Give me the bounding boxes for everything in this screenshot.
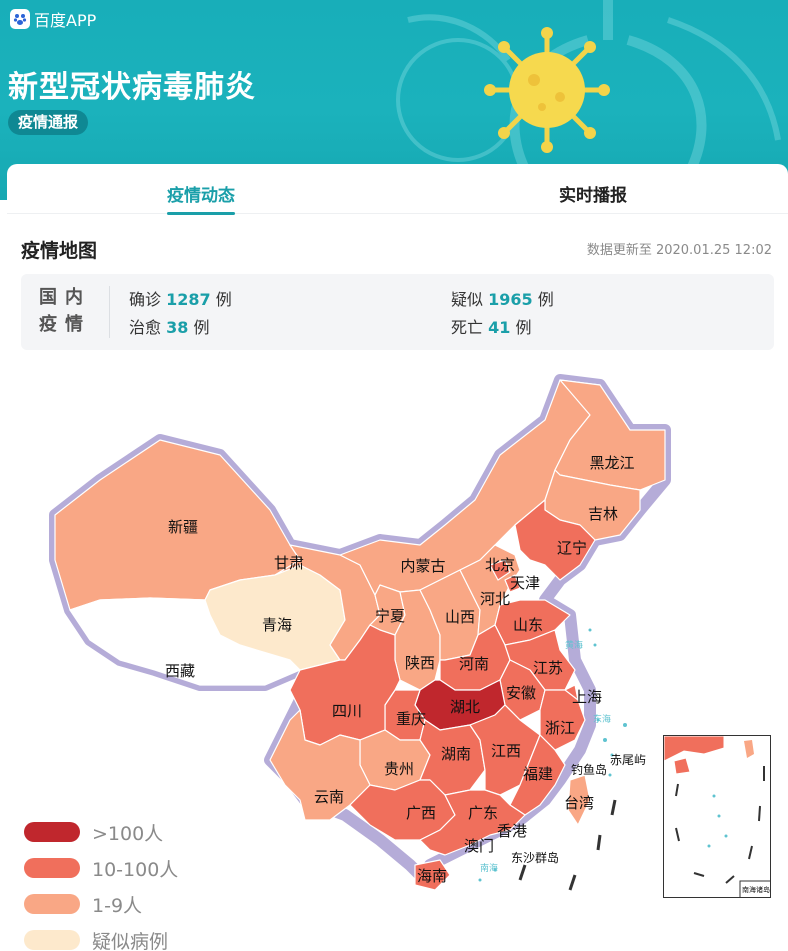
label-gansu: 甘肃 — [274, 554, 304, 572]
legend-item: >100人 — [24, 814, 178, 850]
page-title: 新型冠状病毒肺炎 — [8, 70, 256, 105]
label-beijing: 北京 — [485, 556, 515, 574]
section-title: 疫情地图 — [21, 240, 98, 262]
legend-swatch — [24, 894, 80, 914]
label-taiwan: 台湾 — [564, 794, 594, 812]
label-ningxia: 宁夏 — [375, 607, 405, 625]
legend-item: 1-9人 — [24, 886, 178, 922]
label-guangdong: 广东 — [468, 804, 498, 822]
legend-item: 疑似病例 — [24, 922, 178, 951]
label-anhui: 安徽 — [506, 684, 536, 702]
label-sea-east: 东海 — [593, 713, 611, 725]
legend-item: 10-100人 — [24, 850, 178, 886]
label-hebei: 河北 — [480, 590, 510, 608]
label-qinghai: 青海 — [262, 616, 292, 634]
inset-title: 南海诸岛 — [742, 885, 770, 894]
label-shanghai: 上海 — [572, 688, 602, 706]
label-sichuan: 四川 — [332, 702, 362, 720]
stat-cured: 治愈 38 例 — [129, 318, 210, 337]
legend-label: 1-9人 — [92, 894, 143, 917]
label-shaanxi: 陕西 — [405, 654, 435, 672]
label-hunan: 湖南 — [441, 745, 471, 763]
label-liaoning: 辽宁 — [557, 539, 587, 557]
label-guangxi: 广西 — [406, 804, 436, 822]
label-tianjin: 天津 — [510, 574, 540, 592]
label-tibet: 西藏 — [165, 662, 195, 680]
notice-tag: 疫情通报 — [8, 110, 89, 135]
domestic-stats-panel: 国内 疫情 确诊 1287 例 疑似 1965 例 治愈 38 例 死亡 41 … — [21, 274, 774, 350]
domestic-label: 国内 疫情 — [39, 287, 91, 335]
label-guizhou: 贵州 — [384, 760, 414, 778]
legend-label: 疑似病例 — [92, 930, 169, 951]
legend-label: 10-100人 — [92, 858, 179, 881]
label-diaoyu: 钓鱼岛 — [571, 762, 607, 777]
label-yunnan: 云南 — [314, 788, 344, 806]
label-inner-mongolia: 内蒙古 — [400, 557, 445, 575]
label-sea-yellow: 黄海 — [565, 639, 583, 651]
tab-live-reports[interactable]: 实时播报 — [559, 181, 627, 206]
label-shanxi: 山西 — [445, 608, 475, 626]
label-jiangxi: 江西 — [491, 742, 521, 760]
legend-label: >100人 — [92, 822, 164, 845]
label-shandong: 山东 — [513, 616, 543, 634]
stat-suspected: 疑似 1965 例 — [451, 290, 554, 309]
legend-swatch — [24, 858, 80, 878]
brand-logo[interactable]: 百度APP — [10, 7, 96, 31]
south-china-sea-inset: 南海诸岛 — [663, 735, 771, 898]
tab-bar: 疫情动态 实时播报 — [7, 164, 788, 215]
map-legend: >100人 10-100人 1-9人 疑似病例 — [24, 814, 178, 951]
label-dongsha: 东沙群岛 — [511, 850, 559, 865]
label-xinjiang: 新疆 — [168, 518, 198, 536]
label-chiwei: 赤尾屿 — [610, 753, 646, 767]
virus-icon — [484, 27, 610, 153]
stat-confirmed: 确诊 1287 例 — [129, 290, 232, 309]
label-hubei: 湖北 — [450, 698, 480, 716]
label-henan: 河南 — [459, 655, 489, 673]
label-zhejiang: 浙江 — [545, 719, 575, 737]
label-chongqing: 重庆 — [396, 710, 426, 728]
tab-epidemic-updates[interactable]: 疫情动态 — [167, 181, 235, 215]
update-time: 数据更新至 2020.01.25 12:02 — [586, 243, 772, 258]
divider — [109, 286, 110, 338]
label-jiangsu: 江苏 — [533, 659, 563, 677]
label-heilongjiang: 黑龙江 — [589, 454, 634, 472]
label-jilin: 吉林 — [588, 505, 618, 523]
legend-swatch — [24, 822, 80, 842]
paw-icon — [10, 9, 30, 29]
legend-swatch — [24, 930, 80, 950]
stat-deaths: 死亡 41 例 — [451, 318, 532, 337]
label-hainan: 海南 — [417, 867, 447, 885]
label-sea-south: 南海 — [480, 862, 498, 874]
brand-name: 百度APP — [34, 11, 97, 30]
label-macau: 澳门 — [464, 837, 494, 855]
label-fujian: 福建 — [523, 765, 553, 783]
label-hongkong: 香港 — [497, 822, 527, 840]
